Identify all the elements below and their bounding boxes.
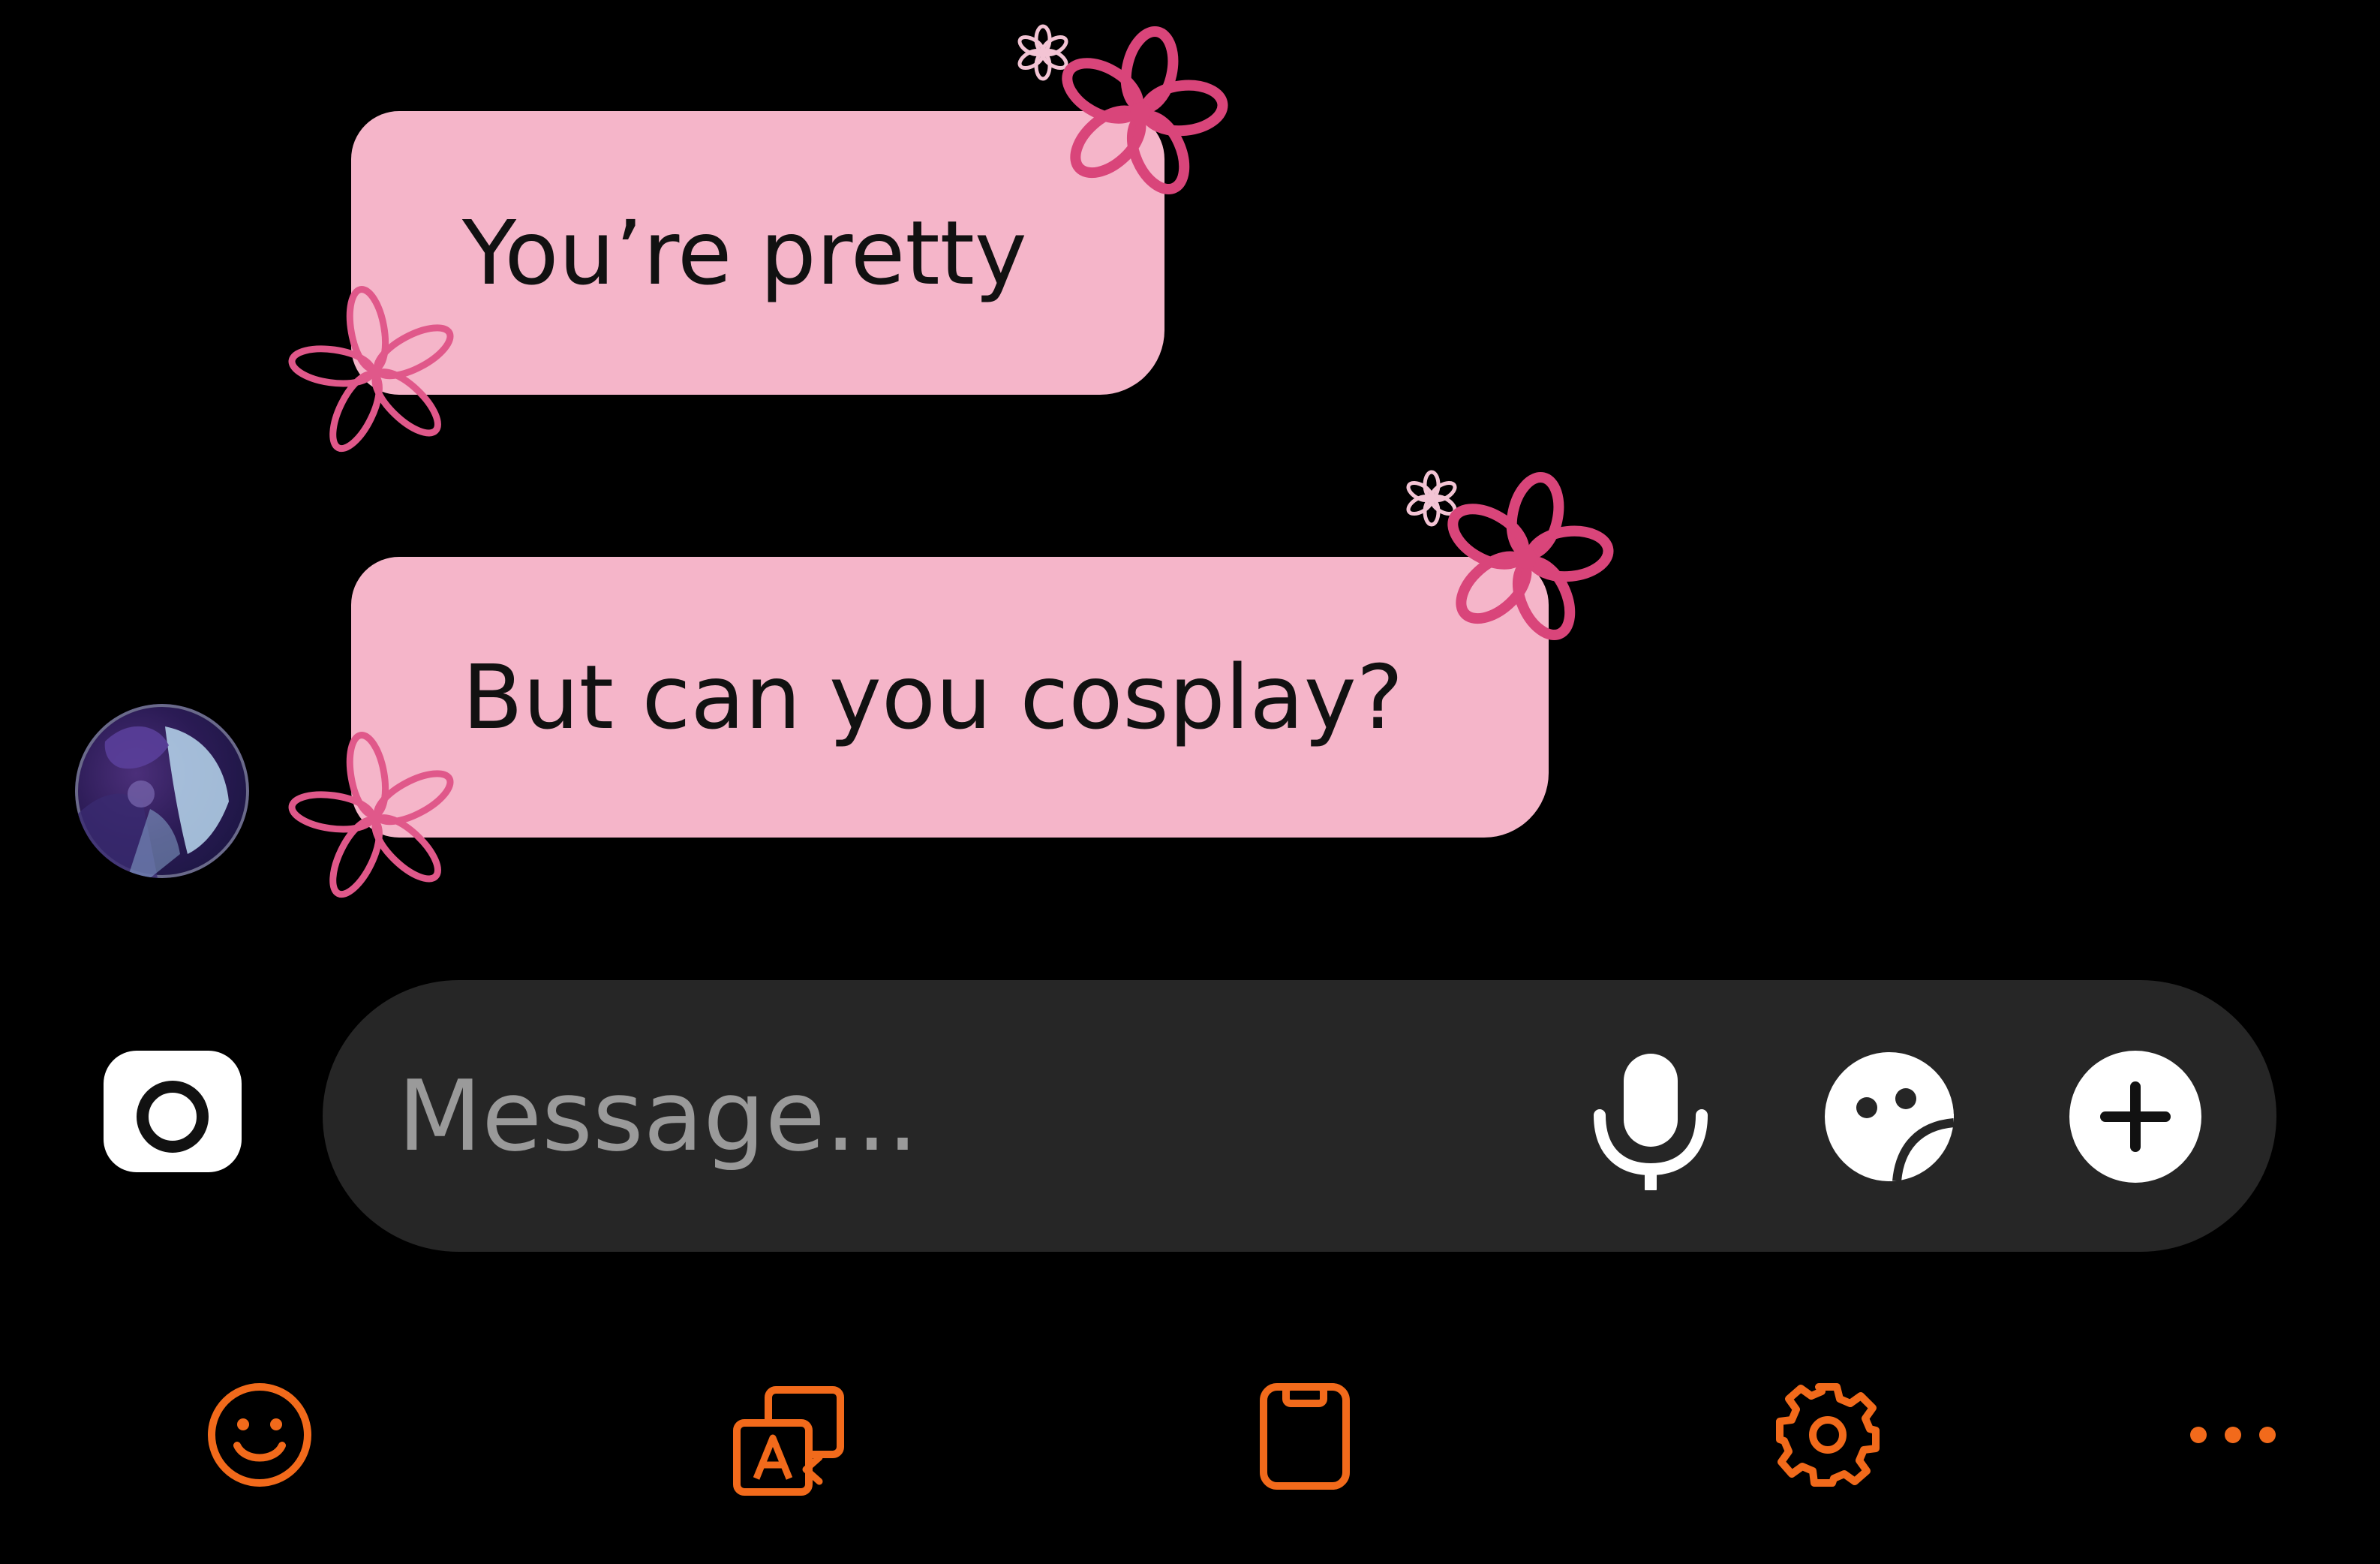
message-bubble[interactable]: You’re pretty xyxy=(351,111,1164,395)
sticker-button[interactable] xyxy=(1822,1049,1957,1184)
message-bubble[interactable]: But can you cosplay? xyxy=(351,557,1549,838)
microphone-button[interactable] xyxy=(1583,1048,1718,1190)
message-composer xyxy=(323,980,2276,1252)
camera-icon xyxy=(137,1054,209,1153)
avatar[interactable] xyxy=(75,704,249,878)
gear-icon xyxy=(1776,1383,1880,1487)
message-text: But can you cosplay? xyxy=(462,645,1404,749)
flower-decoration xyxy=(300,743,450,893)
emoji-icon xyxy=(208,1383,311,1487)
flower-decoration xyxy=(1065,38,1216,188)
avatar-image xyxy=(75,704,249,878)
add-button[interactable] xyxy=(2068,1049,2203,1184)
more-icon xyxy=(2190,1427,2276,1443)
translate-button[interactable] xyxy=(731,1385,848,1498)
flower-decoration xyxy=(300,297,450,447)
emoji-button[interactable] xyxy=(206,1381,314,1489)
settings-button[interactable] xyxy=(1774,1381,1882,1489)
flower-decoration xyxy=(1451,483,1601,633)
microphone-icon xyxy=(1594,1054,1708,1190)
translate-icon xyxy=(733,1386,844,1496)
more-button[interactable] xyxy=(2188,1420,2278,1450)
message-text: You’re pretty xyxy=(462,201,1027,305)
camera-button[interactable] xyxy=(104,1051,242,1172)
message-input[interactable] xyxy=(398,980,1523,1252)
sticker-icon xyxy=(1825,1052,1955,1182)
clipboard-icon xyxy=(1260,1383,1350,1490)
plus-icon xyxy=(2069,1051,2201,1183)
clipboard-button[interactable] xyxy=(1258,1381,1352,1492)
